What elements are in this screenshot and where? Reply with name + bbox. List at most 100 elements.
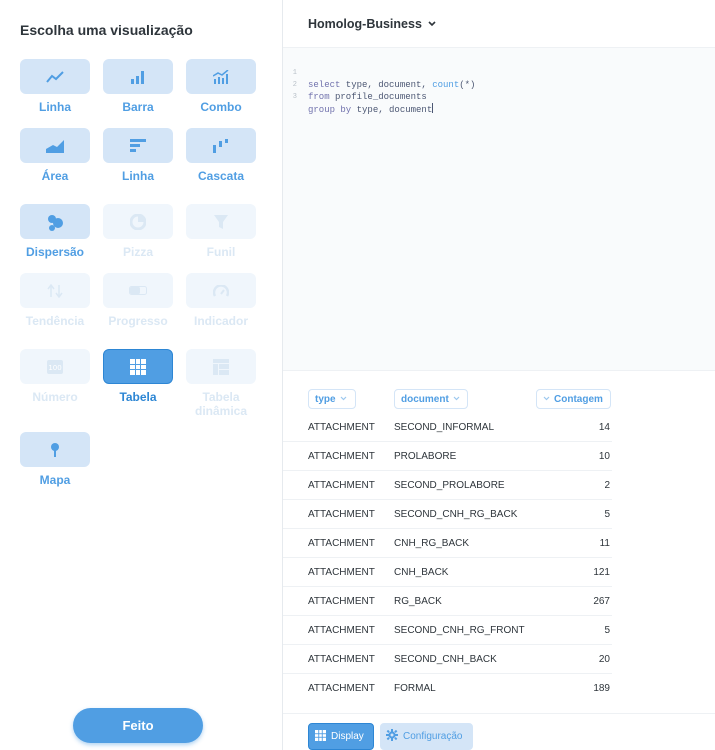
column-header-label: Contagem xyxy=(554,393,603,405)
bar-chart-icon xyxy=(131,70,145,84)
cell-count: 121 xyxy=(593,567,610,578)
viz-type-grid: Linha Barra Combo Área Linha Cascata Dis… xyxy=(0,0,283,700)
cell-document: SECOND_CNH_RG_FRONT xyxy=(394,625,525,636)
cell-type: ATTACHMENT xyxy=(308,596,375,607)
table-icon xyxy=(315,729,326,744)
viz-option-funnel: Funil xyxy=(186,204,256,259)
viz-option-area[interactable]: Área xyxy=(20,128,90,183)
table-row: ATTACHMENT SECOND_CNH_RG_FRONT 5 xyxy=(283,616,612,645)
display-button[interactable]: Display xyxy=(308,723,374,750)
database-name: Homolog-Business xyxy=(308,16,422,31)
cell-document: CNH_RG_BACK xyxy=(394,538,470,549)
results-table: type document Contagem ATTACHMENT SECOND… xyxy=(283,370,715,712)
results-footer: Display Configuração xyxy=(283,713,715,750)
viz-option-number: 100 Número xyxy=(20,349,90,404)
viz-option-combo[interactable]: Combo xyxy=(186,59,256,114)
viz-option-trend: Tendência xyxy=(20,273,90,328)
table-icon xyxy=(130,358,146,375)
column-header-type[interactable]: type xyxy=(308,389,356,409)
cell-count: 5 xyxy=(604,625,610,636)
table-row: ATTACHMENT CNH_RG_BACK 11 xyxy=(283,529,612,558)
funnel-icon xyxy=(214,214,228,229)
sql-editor[interactable]: 1 select type, document, count(*) 2 from… xyxy=(283,48,715,370)
viz-label: Pizza xyxy=(122,245,153,259)
cell-type: ATTACHMENT xyxy=(308,654,375,665)
viz-option-scatter[interactable]: Dispersão xyxy=(20,204,90,259)
waterfall-chart-icon xyxy=(213,138,229,153)
viz-label: Dispersão xyxy=(25,245,85,259)
viz-label: Linha xyxy=(39,100,71,114)
table-row: ATTACHMENT SECOND_CNH_RG_BACK 5 xyxy=(283,500,612,529)
cell-document: CNH_BACK xyxy=(394,567,449,578)
viz-label: Mapa xyxy=(39,473,71,487)
table-row: ATTACHMENT PROLABORE 10 xyxy=(283,442,612,471)
settings-button[interactable]: Configuração xyxy=(380,723,473,750)
code-text: select type, document, count(*) xyxy=(308,80,476,90)
cell-document: RG_BACK xyxy=(394,596,442,607)
code-line: 3 group by type, document xyxy=(283,79,434,115)
progress-icon xyxy=(129,286,147,295)
line-chart-icon xyxy=(46,70,64,83)
cell-count: 11 xyxy=(599,538,610,549)
scatter-chart-icon xyxy=(46,213,64,231)
chevron-down-icon xyxy=(340,396,347,403)
gauge-icon xyxy=(213,284,229,297)
cell-count: 20 xyxy=(598,654,610,665)
cell-document: SECOND_PROLABORE xyxy=(394,480,505,491)
viz-label: Progresso xyxy=(108,314,168,328)
cell-type: ATTACHMENT xyxy=(308,509,375,520)
cell-type: ATTACHMENT xyxy=(308,567,375,578)
code-text: from profile_documents xyxy=(308,92,427,102)
query-builder: Homolog-Business 1 select type, document… xyxy=(283,0,715,750)
cell-type: ATTACHMENT xyxy=(308,422,375,433)
cell-document: PROLABORE xyxy=(394,451,457,462)
cell-type: ATTACHMENT xyxy=(308,683,375,694)
table-row: ATTACHMENT FORMAL 189 xyxy=(283,674,612,703)
table-row: ATTACHMENT RG_BACK 267 xyxy=(283,587,612,616)
cell-document: SECOND_CNH_RG_BACK xyxy=(394,509,518,520)
column-header-document[interactable]: document xyxy=(394,389,468,409)
viz-label: Tabela dinâmica xyxy=(194,390,248,418)
chevron-down-icon xyxy=(543,396,550,403)
trend-arrows-icon xyxy=(47,283,63,298)
code-line: 1 select type, document, count(*) xyxy=(283,55,476,90)
viz-option-waterfall[interactable]: Cascata xyxy=(186,128,256,183)
done-button[interactable]: Feito xyxy=(73,708,203,743)
viz-option-progress: Progresso xyxy=(103,273,173,328)
row-chart-icon xyxy=(130,139,146,152)
viz-label: Funil xyxy=(206,245,236,259)
cell-count: 5 xyxy=(604,509,610,520)
column-header-label: type xyxy=(315,393,336,405)
viz-option-row[interactable]: Linha xyxy=(103,128,173,183)
viz-label: Tabela xyxy=(119,390,157,404)
viz-label: Área xyxy=(41,169,69,183)
viz-option-pivot-table: Tabela dinâmica xyxy=(186,349,256,418)
cell-document: SECOND_INFORMAL xyxy=(394,422,495,433)
code-line: 2 from profile_documents xyxy=(283,67,427,102)
number-icon: 100 xyxy=(47,359,63,374)
cell-document: FORMAL xyxy=(394,683,436,694)
viz-option-map[interactable]: Mapa xyxy=(20,432,90,487)
cell-document: SECOND_CNH_BACK xyxy=(394,654,497,665)
cell-type: ATTACHMENT xyxy=(308,480,375,491)
viz-label: Linha xyxy=(122,169,154,183)
viz-option-table[interactable]: Tabela xyxy=(103,349,173,404)
pie-chart-icon xyxy=(130,213,146,230)
viz-label: Combo xyxy=(200,100,242,114)
cell-type: ATTACHMENT xyxy=(308,451,375,462)
column-header-count[interactable]: Contagem xyxy=(536,389,611,409)
chevron-down-icon xyxy=(428,19,436,29)
pivot-table-icon xyxy=(213,358,229,375)
cell-count: 267 xyxy=(593,596,610,607)
combo-chart-icon xyxy=(213,69,229,84)
cell-type: ATTACHMENT xyxy=(308,625,375,636)
viz-option-bar[interactable]: Barra xyxy=(103,59,173,114)
viz-label: Número xyxy=(32,390,78,404)
column-header-label: document xyxy=(401,393,449,405)
database-selector[interactable]: Homolog-Business xyxy=(283,0,715,48)
visualization-sidebar: Escolha uma visualização Linha Barra Com… xyxy=(0,0,283,750)
svg-text:100: 100 xyxy=(48,364,61,372)
table-row: ATTACHMENT SECOND_INFORMAL 14 xyxy=(283,413,612,442)
viz-label: Cascata xyxy=(197,169,245,183)
viz-option-line[interactable]: Linha xyxy=(20,59,90,114)
